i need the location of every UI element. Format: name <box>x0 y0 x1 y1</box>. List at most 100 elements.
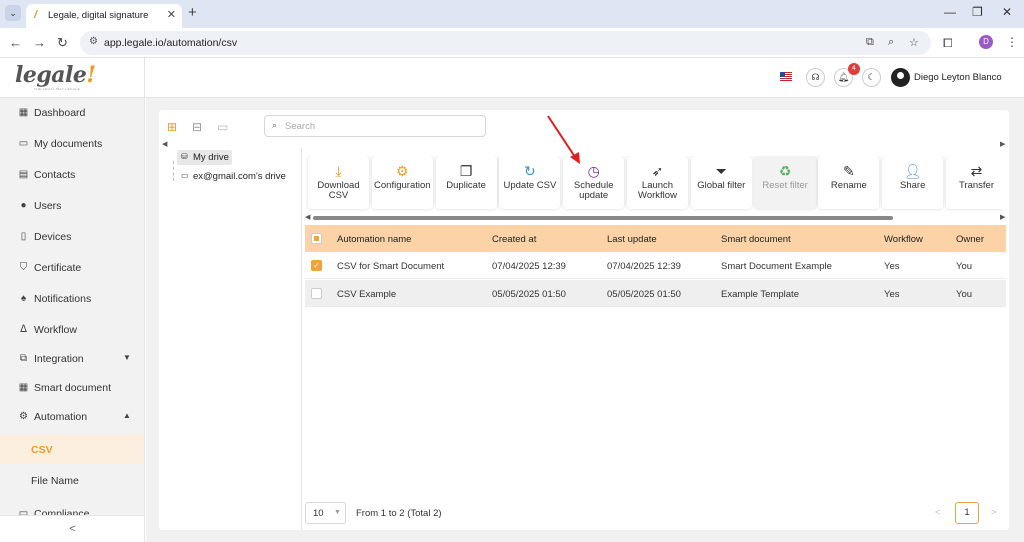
close-window-icon[interactable]: ✕ <box>1002 5 1012 19</box>
browser-tab[interactable]: / Legale, digital signature ✕ <box>26 4 182 28</box>
launch-workflow-button[interactable]: ➶ Launch Workflow <box>627 156 688 209</box>
toolbar-scrollbar[interactable] <box>313 216 893 220</box>
reset-filter-button[interactable]: ♻ Reset filter <box>754 156 816 209</box>
column-header[interactable]: Automation name <box>337 234 411 245</box>
extensions-icon[interactable]: ⧠ <box>943 36 953 51</box>
scroll-right-arrow-icon[interactable]: ▶ <box>1000 140 1005 148</box>
page-size-value: 10 <box>313 508 324 519</box>
sidebar-item-certificate[interactable]: ⛉ Certificate <box>0 254 144 282</box>
next-page-icon[interactable]: > <box>991 507 996 517</box>
column-header[interactable]: Owner <box>956 234 984 245</box>
support-icon[interactable]: ☊ <box>806 68 825 87</box>
sidebar-item-label: Contacts <box>34 169 76 181</box>
column-header[interactable]: Last update <box>607 234 657 245</box>
created-at-cell: 07/04/2025 12:39 <box>492 261 566 272</box>
search-input[interactable] <box>285 119 480 133</box>
toolbar-scroll-left-icon[interactable]: ◀ <box>305 213 310 221</box>
sidebar-item-smart-document[interactable]: ▦ Smart document <box>0 374 144 402</box>
legale-logo[interactable]: legale! <box>15 62 96 88</box>
transfer-button[interactable]: ⇄ Transfer <box>946 156 1003 209</box>
sidebar-item-label: Automation <box>34 411 88 423</box>
column-header[interactable]: Smart document <box>721 234 791 245</box>
search-box: ⌕ <box>264 115 486 137</box>
folder-action-icon[interactable]: ▭ <box>217 120 228 134</box>
profile-avatar[interactable]: D <box>979 35 993 49</box>
close-icon[interactable]: ✕ <box>167 8 176 21</box>
page-number-button[interactable]: 1 <box>955 502 979 524</box>
action-toolbar: ⤓ Download CSV ⚙ Configuration ❐ Duplicate ↻ Up… <box>305 156 1003 212</box>
sidebar-item-label: Users <box>34 200 62 212</box>
row-checkbox[interactable]: ✓ <box>311 260 322 271</box>
toolbar-button-label: Transfer <box>958 180 995 191</box>
forward-icon[interactable]: → <box>33 35 46 50</box>
rename-button[interactable]: ✎ Rename <box>818 156 880 209</box>
reload-icon[interactable]: ↻ <box>57 35 68 51</box>
sidebar-item-devices[interactable]: ▯ Devices <box>0 223 144 251</box>
theme-toggle-icon[interactable]: ☾ <box>862 68 881 87</box>
configuration-button[interactable]: ⚙ Configuration <box>371 156 433 209</box>
new-folder-icon[interactable]: ⊞ <box>167 120 177 134</box>
smart-document-cell: Example Template <box>721 289 799 300</box>
sidebar-item-automation[interactable]: ⚙ Automation ▲ <box>0 403 144 431</box>
minimize-icon[interactable]: — <box>944 5 956 19</box>
table-row[interactable]: ✓ CSV for Smart Document 07/04/2025 12:3… <box>305 252 1006 279</box>
address-bar[interactable]: ⚙ app.legale.io/automation/csv ⧉ ⌕ ☆ <box>80 31 931 55</box>
tree-connector <box>173 161 174 181</box>
sidebar-item-integration[interactable]: ⧉ Integration ▼ <box>0 345 144 373</box>
previous-page-icon[interactable]: < <box>935 507 940 517</box>
sidebar-item-notifications[interactable]: ♠ Notifications <box>0 285 144 313</box>
owner-cell: You <box>956 261 973 272</box>
global-filter-button[interactable]: ⏷ Global filter <box>690 156 752 209</box>
scroll-left-arrow-icon[interactable]: ◀ <box>162 140 167 148</box>
sidebar-item-label: Dashboard <box>34 107 86 119</box>
select-all-checkbox[interactable] <box>311 233 322 244</box>
tab-title: Legale, digital signature <box>48 10 149 21</box>
restore-icon[interactable]: ❐ <box>972 5 983 19</box>
duplicate-button[interactable]: ❐ Duplicate <box>435 156 497 209</box>
new-tab-button[interactable]: + <box>188 4 197 21</box>
pagination-info: From 1 to 2 (Total 2) <box>356 508 442 519</box>
created-at-cell: 05/05/2025 01:50 <box>492 289 566 300</box>
drive-icon: ⛁ <box>181 152 188 161</box>
settings-icon: ⚙ <box>396 163 409 179</box>
sidebar-subitem-csv[interactable]: CSV <box>0 434 144 464</box>
site-info-icon[interactable]: ⚙ <box>89 36 98 47</box>
tree-node-shared-drive[interactable]: ▭ ex@gmail.com's drive <box>177 169 297 184</box>
sidebar-subitem-file-name[interactable]: File Name <box>0 465 144 495</box>
share-button[interactable]: 👤︎ Share <box>882 156 944 209</box>
sidebar-item-label: Devices <box>34 231 72 243</box>
tab-list-button[interactable]: ⌄ <box>5 5 21 21</box>
chevron-up-icon: ▲ <box>123 411 131 420</box>
sidebar-item-dashboard[interactable]: ▦ Dashboard <box>0 99 144 127</box>
bell-icon: ♠ <box>20 293 27 304</box>
column-header[interactable]: Workflow <box>884 234 923 245</box>
smart-document-cell: Smart Document Example <box>721 261 832 272</box>
sidebar-item-label: Smart document <box>34 382 112 394</box>
move-folder-icon[interactable]: ⊟ <box>192 120 202 134</box>
browser-menu-icon[interactable]: ⋮ <box>1006 35 1018 49</box>
page-size-select[interactable]: 10 ▼ <box>305 502 346 524</box>
notification-badge: 4 <box>848 63 860 75</box>
automation-card: ⊞ ⊟ ▭ ⌕ ◀ ▶ ⛁ My drive ▭ ex@gmail.com's … <box>159 110 1009 530</box>
user-name[interactable]: Diego Leyton Blanco <box>914 72 1002 83</box>
sidebar-item-workflow[interactable]: ᐃ Workflow <box>0 316 144 344</box>
bookmark-star-icon[interactable]: ☆ <box>909 36 919 49</box>
us-flag-icon[interactable] <box>780 72 792 81</box>
sidebar-item-my-documents[interactable]: ▭ My documents <box>0 130 144 158</box>
download-csv-button[interactable]: ⤓ Download CSV <box>308 156 369 209</box>
shield-icon: ⛉ <box>19 262 28 273</box>
table-row[interactable]: CSV Example 05/05/2025 01:50 05/05/2025 … <box>305 280 1006 307</box>
zoom-icon[interactable]: ⌕ <box>888 36 894 49</box>
row-checkbox[interactable] <box>311 288 322 299</box>
collapse-sidebar-button[interactable]: < <box>0 515 144 542</box>
chevron-down-icon: ▼ <box>123 353 131 362</box>
avatar[interactable] <box>891 68 910 87</box>
install-app-icon[interactable]: ⧉ <box>866 36 874 49</box>
column-header[interactable]: Created at <box>492 234 536 245</box>
sidebar-item-contacts[interactable]: ▤ Contacts <box>0 161 144 189</box>
toolbar-scroll-right-icon[interactable]: ▶ <box>1000 213 1005 221</box>
sidebar-item-users[interactable]: ● Users <box>0 192 144 220</box>
back-icon[interactable]: ← <box>9 35 22 50</box>
tree-node-my-drive[interactable]: ⛁ My drive <box>177 150 232 165</box>
legale-favicon-icon: / <box>34 9 38 21</box>
